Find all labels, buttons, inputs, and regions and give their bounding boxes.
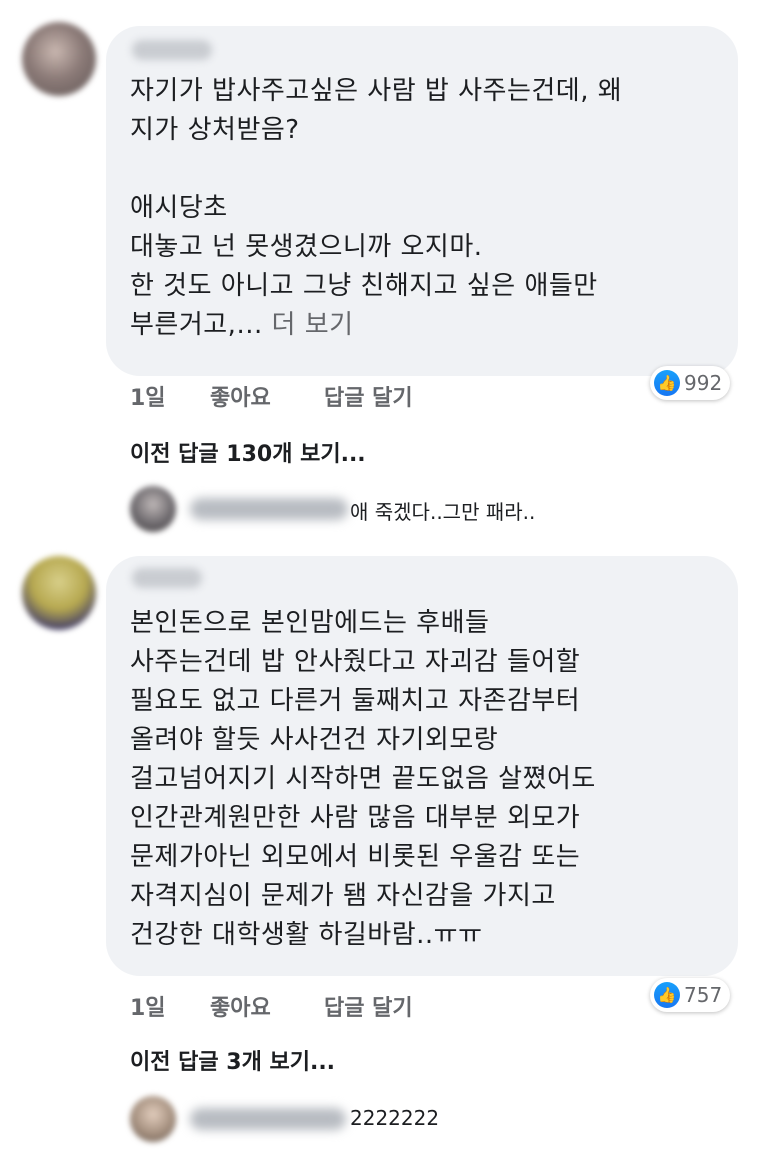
- like-button[interactable]: 좋아요: [210, 380, 324, 412]
- reaction-count: 757: [684, 983, 723, 1007]
- reaction-summary[interactable]: 👍 992: [650, 366, 731, 400]
- reply-author-blurred[interactable]: [190, 1108, 346, 1130]
- thumbs-up-icon: 👍: [654, 982, 680, 1008]
- reply-button[interactable]: 답글 달기: [324, 380, 413, 412]
- comment-actions: 1일 좋아요 답글 달기: [130, 990, 413, 1022]
- like-button[interactable]: 좋아요: [210, 990, 324, 1022]
- comment-text: 본인돈으로 본인맘에드는 후배들 사주는건데 밥 안사줬다고 자괴감 들어할 필…: [130, 608, 596, 950]
- reply-preview-text[interactable]: 2222222: [350, 1106, 439, 1130]
- comment-actions: 1일 좋아요 답글 달기: [130, 380, 413, 412]
- commenter-name-blurred[interactable]: [132, 40, 212, 60]
- comment-time[interactable]: 1일: [130, 380, 210, 412]
- reply-author-blurred[interactable]: [190, 498, 348, 520]
- reply-button[interactable]: 답글 달기: [324, 990, 413, 1022]
- comment-time[interactable]: 1일: [130, 990, 210, 1022]
- reply-avatar[interactable]: [130, 486, 176, 532]
- see-more-link[interactable]: 더 보기: [272, 310, 354, 340]
- thumbs-up-icon: 👍: [654, 370, 680, 396]
- comment-text: 자기가 밥사주고싶은 사람 밥 사주는건데, 왜 지가 상처받음? 애시당초 대…: [130, 76, 623, 340]
- reaction-summary[interactable]: 👍 757: [650, 978, 731, 1012]
- view-previous-replies-link[interactable]: 이전 답글 3개 보기...: [130, 1044, 335, 1076]
- comment-body: 자기가 밥사주고싶은 사람 밥 사주는건데, 왜 지가 상처받음? 애시당초 대…: [130, 72, 622, 345]
- view-previous-replies-link[interactable]: 이전 답글 130개 보기...: [130, 436, 366, 468]
- reply-avatar[interactable]: [130, 1096, 176, 1142]
- commenter-avatar[interactable]: [22, 556, 96, 630]
- commenter-avatar[interactable]: [22, 22, 96, 96]
- reaction-count: 992: [684, 371, 723, 395]
- reply-preview-text[interactable]: 애 죽겠다..그만 패라..: [350, 496, 535, 525]
- commenter-name-blurred[interactable]: [132, 568, 202, 588]
